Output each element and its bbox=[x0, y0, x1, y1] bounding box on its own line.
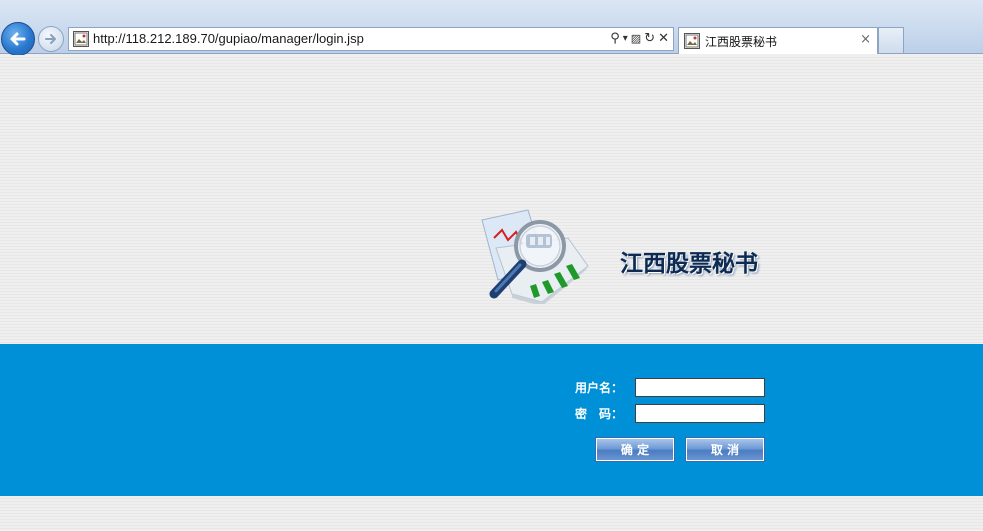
magnifier-over-stock-chart-icon bbox=[481, 209, 589, 304]
compatibility-view-icon[interactable]: ▨ bbox=[631, 30, 641, 48]
back-arrow-icon bbox=[10, 32, 26, 46]
tab-title: 江西股票秘书 bbox=[705, 35, 778, 49]
search-dropdown-icon[interactable]: ▾ bbox=[623, 30, 628, 48]
refresh-icon[interactable]: ↻ bbox=[644, 30, 655, 48]
browser-tab[interactable]: 江西股票秘书 × bbox=[678, 27, 878, 54]
confirm-button[interactable]: 确 定 bbox=[595, 437, 675, 462]
new-tab-button[interactable] bbox=[878, 27, 904, 53]
login-panel bbox=[0, 344, 983, 496]
page-footer-area bbox=[0, 496, 983, 531]
address-bar[interactable]: http://118.212.189.70/gupiao/manager/log… bbox=[68, 27, 674, 51]
page-title: 江西股票秘书 bbox=[620, 250, 758, 277]
forward-button[interactable] bbox=[38, 26, 64, 52]
password-input[interactable] bbox=[635, 404, 765, 423]
url-text[interactable]: http://118.212.189.70/gupiao/manager/log… bbox=[93, 31, 364, 46]
tab-favicon-icon bbox=[684, 33, 700, 49]
browser-toolbar: http://118.212.189.70/gupiao/manager/log… bbox=[0, 0, 983, 56]
forward-arrow-icon bbox=[45, 34, 56, 44]
username-input[interactable] bbox=[635, 378, 765, 397]
close-tab-icon[interactable]: × bbox=[860, 32, 871, 47]
stop-icon[interactable]: ✕ bbox=[658, 30, 669, 48]
address-tools: ⚲ ▾ ▨ ↻ ✕ bbox=[610, 30, 669, 48]
password-label: 密 码： bbox=[575, 407, 624, 421]
back-button[interactable] bbox=[1, 22, 35, 56]
search-icon[interactable]: ⚲ bbox=[610, 30, 620, 48]
broken-image-favicon-icon bbox=[73, 31, 89, 47]
cancel-button[interactable]: 取 消 bbox=[685, 437, 765, 462]
username-label: 用户名： bbox=[575, 381, 624, 395]
